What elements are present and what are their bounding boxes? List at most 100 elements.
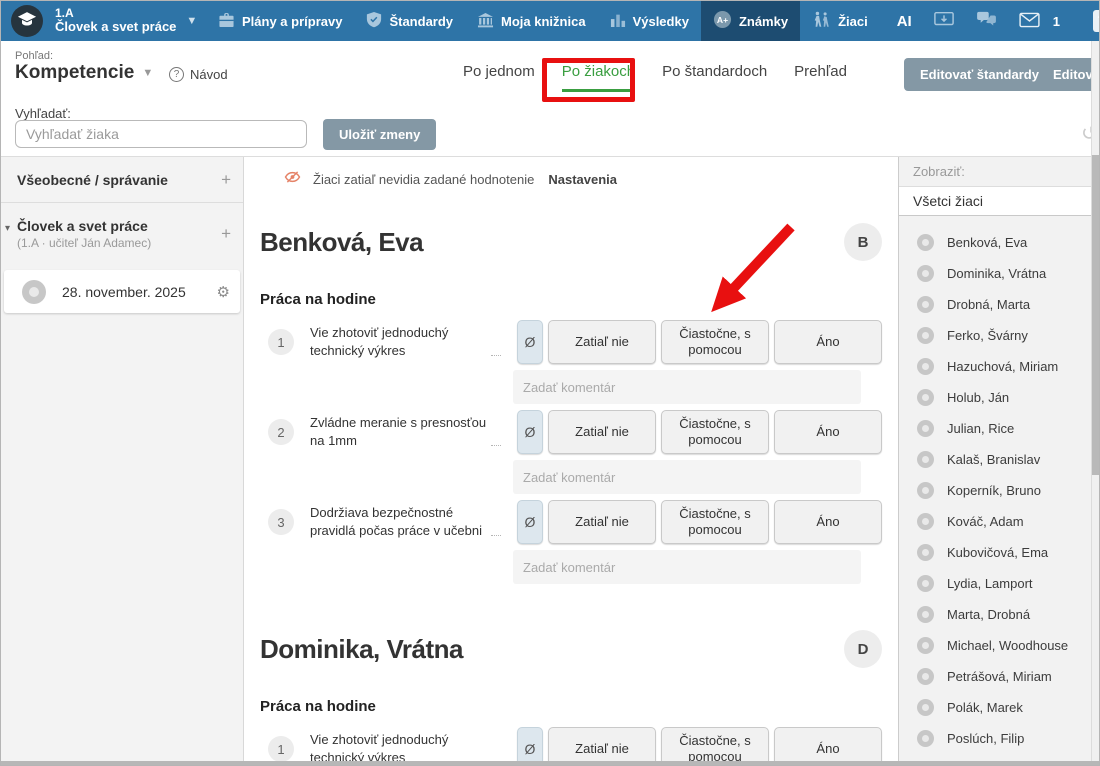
student-name: Drobná, Marta xyxy=(947,297,1030,312)
student-name-heading: Benková, Eva xyxy=(260,227,423,258)
rating-none-button[interactable]: Ø xyxy=(517,320,543,364)
rating-partial-button[interactable]: Čiastočne, s pomocou xyxy=(661,727,769,765)
nav-library[interactable]: Moja knižnica xyxy=(465,1,598,41)
chat-button[interactable] xyxy=(965,1,1008,41)
rating-none-button[interactable]: Ø xyxy=(517,410,543,454)
comment-input[interactable]: Zadať komentár xyxy=(513,370,861,404)
nav-standards[interactable]: Štandardy xyxy=(354,1,465,41)
student-status-icon xyxy=(917,451,934,468)
rating-yes-button[interactable]: Áno xyxy=(774,320,882,364)
add-icon[interactable]: + xyxy=(221,170,231,190)
student-list-item[interactable]: Holub, Ján xyxy=(899,382,1093,413)
settings-link[interactable]: Nastavenia xyxy=(548,172,617,187)
student-list-item[interactable]: Julian, Rice xyxy=(899,413,1093,444)
visibility-notice: Žiaci zatiaľ nevidia zadané hodnotenie N… xyxy=(284,170,880,189)
student-status-icon xyxy=(917,606,934,623)
vertical-scrollbar[interactable] xyxy=(1091,41,1099,765)
question-row: 1 Vie zhotoviť jednoduchý technický výkr… xyxy=(268,320,882,364)
search-input[interactable] xyxy=(15,120,307,148)
mail-count-badge: 1 xyxy=(1053,14,1060,29)
edit-standards-button[interactable]: Editovať štandardy xyxy=(904,58,1055,91)
show-label: Zobraziť: xyxy=(899,157,1093,187)
student-list-item[interactable]: Marta, Drobná xyxy=(899,599,1093,630)
bottom-frame-bar xyxy=(1,761,1099,765)
save-changes-button[interactable]: Uložiť zmeny xyxy=(323,119,436,150)
student-list-item[interactable]: Kubovičová, Ema xyxy=(899,537,1093,568)
rating-notyet-button[interactable]: Zatiaľ nie xyxy=(548,320,656,364)
student-name: Ferko, Švárny xyxy=(947,328,1028,343)
rating-yes-button[interactable]: Áno xyxy=(774,410,882,454)
nav-grades[interactable]: A+ Známky xyxy=(701,1,800,41)
guide-link[interactable]: ? Návod xyxy=(169,67,228,82)
rating-partial-button[interactable]: Čiastočne, s pomocou xyxy=(661,410,769,454)
student-initial-badge: B xyxy=(844,223,882,261)
student-name: Kováč, Adam xyxy=(947,514,1024,529)
rating-none-button[interactable]: Ø xyxy=(517,727,543,765)
rating-partial-button[interactable]: Čiastočne, s pomocou xyxy=(661,320,769,364)
student-initial-badge: D xyxy=(844,630,882,668)
student-name: Holub, Ján xyxy=(947,390,1009,405)
nav-plans[interactable]: Plány a prípravy xyxy=(206,1,354,41)
student-list-item[interactable]: Michael, Woodhouse xyxy=(899,630,1093,661)
lesson-date-item[interactable]: 28. november. 2025 ⚙ xyxy=(4,270,240,313)
app-window: 1.A Človek a svet práce ▼ Plány a prípra… xyxy=(0,0,1100,766)
student-list-item[interactable]: Dominika, Vrátna xyxy=(899,258,1093,289)
student-list-item[interactable]: Polák, Marek xyxy=(899,692,1093,723)
comment-input[interactable]: Zadať komentár xyxy=(513,460,861,494)
rating-notyet-button[interactable]: Zatiaľ nie xyxy=(548,500,656,544)
dotted-leader xyxy=(491,355,501,356)
subjects-sidebar: Všeobecné / správanie + ▾ Človek a svet … xyxy=(1,157,244,765)
chevron-down-icon: ▼ xyxy=(186,15,197,27)
rating-yes-button[interactable]: Áno xyxy=(774,500,882,544)
student-list-item[interactable]: Hazuchová, Miriam xyxy=(899,351,1093,382)
scrollbar-thumb[interactable] xyxy=(1092,155,1099,475)
student-name: Marta, Drobná xyxy=(947,607,1030,622)
student-list-item[interactable]: Poslúch, Filip xyxy=(899,723,1093,754)
add-icon[interactable]: + xyxy=(221,224,231,244)
graduation-cap-icon xyxy=(17,10,37,33)
search-label: Vyhľadať: xyxy=(15,106,71,121)
messages-button[interactable]: 1 xyxy=(1008,1,1071,41)
class-switcher[interactable]: 1.A Človek a svet práce ▼ xyxy=(1,5,206,37)
student-filter-dropdown[interactable]: Všetci žiaci xyxy=(899,187,1093,216)
cut-off-item xyxy=(1093,10,1100,32)
rating-notyet-button[interactable]: Zatiaľ nie xyxy=(548,727,656,765)
tab-po-jednom[interactable]: Po jednom xyxy=(463,63,535,92)
nav-results[interactable]: Výsledky xyxy=(598,1,701,41)
group-subtitle: (1.A · učiteľ Ján Adamec) xyxy=(17,236,213,250)
student-name: Petrášová, Miriam xyxy=(947,669,1052,684)
nav-students[interactable]: Žiaci xyxy=(800,1,880,41)
comment-input[interactable]: Zadať komentár xyxy=(513,550,861,584)
lesson-status-icon xyxy=(22,280,46,304)
question-text: Vie zhotoviť jednoduchý technický výkres xyxy=(310,731,487,765)
lesson-date: 28. november. 2025 xyxy=(62,284,186,300)
walking-students-icon xyxy=(812,11,831,31)
sidebar-group-general[interactable]: Všeobecné / správanie + xyxy=(1,157,243,203)
student-list-item[interactable]: Ferko, Švárny xyxy=(899,320,1093,351)
view-selector[interactable]: Kompetencie ▼ xyxy=(15,62,153,84)
tab-po-standardoch[interactable]: Po štandardoch xyxy=(662,63,767,92)
top-navbar: 1.A Človek a svet práce ▼ Plány a prípra… xyxy=(1,1,1099,41)
student-list-item[interactable]: Kováč, Adam xyxy=(899,506,1093,537)
student-list-item[interactable]: Kalaš, Branislav xyxy=(899,444,1093,475)
rating-notyet-button[interactable]: Zatiaľ nie xyxy=(548,410,656,454)
rating-none-button[interactable]: Ø xyxy=(517,500,543,544)
student-name-heading: Dominika, Vrátna xyxy=(260,634,463,665)
student-list-item[interactable]: Lydia, Lamport xyxy=(899,568,1093,599)
gear-icon[interactable]: ⚙ xyxy=(217,283,230,301)
student-name: Lydia, Lamport xyxy=(947,576,1033,591)
student-list-item[interactable]: Petrášová, Miriam xyxy=(899,661,1093,692)
rating-yes-button[interactable]: Áno xyxy=(774,727,882,765)
sidebar-group-subject[interactable]: ▾ Človek a svet práce (1.A · učiteľ Ján … xyxy=(1,203,243,264)
rating-partial-button[interactable]: Čiastočne, s pomocou xyxy=(661,500,769,544)
student-status-icon xyxy=(917,358,934,375)
student-list-item[interactable]: Drobná, Marta xyxy=(899,289,1093,320)
nav-ai[interactable]: AI xyxy=(886,1,923,41)
tab-prehlad[interactable]: Prehľad xyxy=(794,63,847,92)
chevron-down-icon[interactable]: ▾ xyxy=(5,223,10,234)
tab-po-ziakoch[interactable]: Po žiakoch xyxy=(562,63,635,92)
student-list-item[interactable]: Benková, Eva xyxy=(899,227,1093,258)
student-list-item[interactable]: Koperník, Bruno xyxy=(899,475,1093,506)
student-status-icon xyxy=(917,730,934,747)
present-button[interactable] xyxy=(923,1,965,41)
